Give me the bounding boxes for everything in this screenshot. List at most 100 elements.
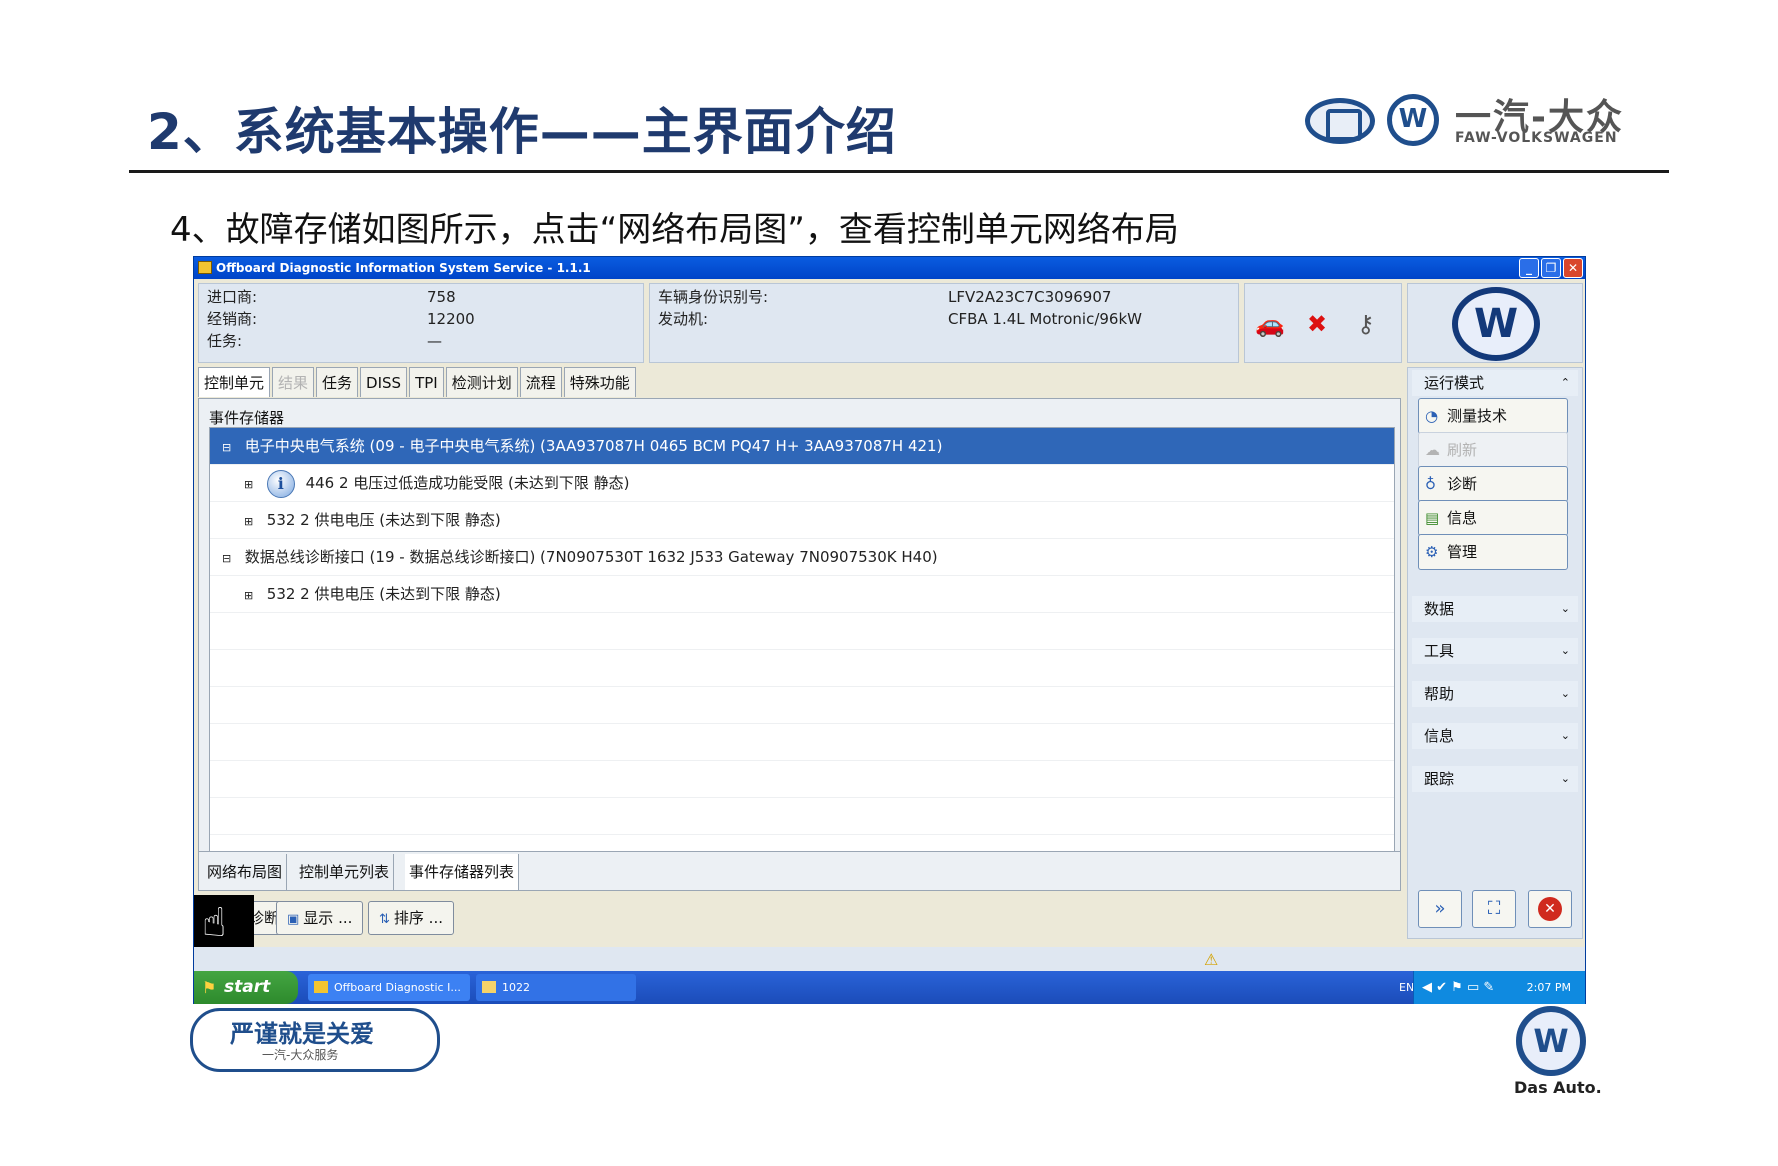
maximize-button[interactable]: ❐	[1541, 258, 1561, 278]
books-icon: ▤	[1425, 509, 1440, 527]
empty-row	[210, 687, 1394, 724]
section-label: 跟踪	[1424, 770, 1455, 788]
empty-row	[210, 650, 1394, 687]
chevron-down-icon: ⌄	[1560, 602, 1570, 615]
slogan-subtext: 一汽-大众服务	[262, 1048, 339, 1062]
event-memory-tree[interactable]: ⊟ 电子中央电气系统 (09 - 电子中央电气系统) (3AA937087H 0…	[209, 427, 1395, 860]
information-button[interactable]: ▤ 信息	[1418, 500, 1568, 536]
tab-diss[interactable]: DISS	[360, 367, 408, 397]
close-button[interactable]: ✕	[1563, 258, 1583, 278]
chevron-down-icon: ⌄	[1560, 729, 1570, 742]
tree-row-text: 532 2 供电电压 (未达到下限 静态)	[266, 511, 501, 529]
tree-row[interactable]: ⊞ 532 2 供电电压 (未达到下限 静态)	[210, 576, 1394, 613]
sidebar-section-data[interactable]: 数据 ⌄	[1412, 596, 1578, 622]
chevron-up-icon: ⌃	[1560, 376, 1570, 389]
tree-row[interactable]: ⊞ i 446 2 电压过低造成功能受限 (未达到下限 静态)	[210, 465, 1394, 502]
tree-row[interactable]: ⊞ 532 2 供电电压 (未达到下限 静态)	[210, 502, 1394, 539]
taskbar-item-folder[interactable]: 1022	[476, 974, 636, 1001]
tab-control-unit-list[interactable]: 控制单元列表	[295, 854, 395, 890]
collapse-icon[interactable]: ⊟	[222, 540, 232, 577]
tab-tpi[interactable]: TPI	[409, 367, 444, 397]
sidebar-section-trace[interactable]: 跟踪 ⌄	[1412, 766, 1578, 792]
expand-icon[interactable]: ⊞	[244, 503, 254, 540]
tab-test-plan[interactable]: 检测计划	[445, 367, 518, 397]
expand-icon[interactable]: ⊞	[244, 577, 254, 614]
diagnosis-button[interactable]: ♁ 诊断	[1418, 466, 1568, 502]
warning-icon[interactable]: ⚠	[1204, 950, 1218, 969]
gauge-icon: ◔	[1425, 407, 1439, 425]
measurement-label: 测量技术	[1447, 407, 1508, 425]
tab-results[interactable]: 结果	[272, 367, 315, 397]
importer-label: 进口商:	[207, 288, 258, 306]
info-icon: i	[266, 469, 295, 498]
das-auto-text: Das Auto.	[1514, 1078, 1602, 1097]
tab-network-layout[interactable]: 网络布局图	[203, 854, 288, 890]
tree-row-text: 数据总线诊断接口 (19 - 数据总线诊断接口) (7N0907530T 163…	[244, 548, 938, 566]
sidebar-mode-header[interactable]: 运行模式 ⌃	[1412, 370, 1578, 396]
title-divider	[129, 170, 1669, 173]
sort-label: 排序 ...	[393, 909, 443, 927]
tab-special-functions[interactable]: 特殊功能	[563, 367, 636, 397]
faw-logo	[1305, 98, 1375, 144]
event-memory-panel: 事件存储器 ⊟ 电子中央电气系统 (09 - 电子中央电气系统) (3AA937…	[198, 398, 1401, 878]
fullscreen-icon: ⛶	[1487, 898, 1501, 919]
collapse-icon[interactable]: ⊟	[222, 429, 232, 466]
vw-logo-icon: W	[1452, 287, 1540, 361]
sidebar: 运行模式 ⌃ ◔ 测量技术 ☁ 刷新 ♁ 诊断 ▤ 信息 ⚙ 管理 数据 ⌄ 工…	[1407, 367, 1583, 939]
sort-button[interactable]: ⇅ 排序 ...	[368, 901, 454, 935]
vin-row: 车辆身份识别号: LFV2A23C7C3096907	[658, 286, 1111, 308]
refresh-icon: ☁	[1425, 441, 1440, 459]
task-row: 任务: —	[207, 330, 442, 352]
chevron-down-icon: ⌄	[1560, 687, 1570, 700]
refresh-button[interactable]: ☁ 刷新	[1418, 432, 1568, 468]
clock[interactable]: 2:07 PM	[1527, 971, 1571, 1004]
vin-value: LFV2A23C7C3096907	[948, 288, 1112, 306]
vw-logo-panel: W	[1407, 283, 1583, 363]
tree-row[interactable]: ⊟ 数据总线诊断接口 (19 - 数据总线诊断接口) (7N0907530T 1…	[210, 539, 1394, 576]
slide-subtitle: 4、故障存储如图所示，点击“网络布局图”，查看控制单元网络布局	[170, 210, 1179, 250]
measurement-button[interactable]: ◔ 测量技术	[1418, 398, 1568, 434]
tab-tasks[interactable]: 任务	[316, 367, 359, 397]
brand-logo-area: W 一汽-大众 FAW-VOLKSWAGEN	[1305, 88, 1625, 154]
fullscreen-button[interactable]: ⛶	[1472, 890, 1516, 928]
car-icon: 🚗	[1255, 310, 1285, 338]
window-titlebar[interactable]: Offboard Diagnostic Information System S…	[194, 257, 1585, 279]
importer-value: 758	[427, 288, 456, 306]
tab-control-unit[interactable]: 控制单元	[198, 367, 271, 397]
window-title: Offboard Diagnostic Information System S…	[216, 261, 591, 275]
brand-name-en: FAW-VOLKSWAGEN	[1455, 130, 1618, 146]
tray-icons[interactable]: ◀ ✔ ⚑ ▭ ✎	[1422, 971, 1494, 1004]
empty-row	[210, 761, 1394, 798]
sidebar-section-tools[interactable]: 工具 ⌄	[1412, 638, 1578, 664]
empty-row	[210, 613, 1394, 650]
stethoscope-icon: ♁	[1425, 475, 1436, 493]
tab-procedure[interactable]: 流程	[519, 367, 562, 397]
taskbar-item-odis[interactable]: Offboard Diagnostic I...	[308, 974, 470, 1001]
view-tabs: 网络布局图 控制单元列表 事件存储器列表	[198, 851, 1401, 891]
dealer-info-panel: 进口商: 758 经销商: 12200 任务: —	[198, 283, 644, 363]
exit-button[interactable]: ✕	[1528, 890, 1572, 928]
start-button[interactable]: start	[194, 971, 298, 1004]
tab-event-memory-list[interactable]: 事件存储器列表	[405, 854, 520, 890]
expand-icon[interactable]: ⊞	[244, 466, 254, 503]
key-icon: ⚷	[1357, 310, 1375, 338]
gear-icon: ⚙	[1425, 543, 1439, 561]
display-button[interactable]: ▣ 显示 ...	[276, 901, 364, 935]
dealer-value: 12200	[427, 310, 475, 328]
engine-label: 发动机:	[658, 310, 709, 328]
windows-taskbar: start Offboard Diagnostic I... 1022 EN ◀…	[194, 971, 1585, 1004]
sidebar-section-help[interactable]: 帮助 ⌄	[1412, 681, 1578, 707]
tree-row-text: 532 2 供电电压 (未达到下限 静态)	[266, 585, 501, 603]
admin-button[interactable]: ⚙ 管理	[1418, 534, 1568, 570]
sidebar-section-info[interactable]: 信息 ⌄	[1412, 723, 1578, 749]
language-indicator[interactable]: EN	[1399, 971, 1414, 1004]
refresh-label: 刷新	[1447, 441, 1478, 459]
taskbar-item-label: 1022	[502, 981, 530, 994]
forward-button[interactable]: »	[1418, 890, 1462, 928]
minimize-button[interactable]: _	[1519, 258, 1539, 278]
tree-row[interactable]: ⊟ 电子中央电气系统 (09 - 电子中央电气系统) (3AA937087H 0…	[210, 428, 1394, 465]
slogan-text: 严谨就是关爱	[230, 1020, 374, 1048]
app-icon	[198, 261, 212, 274]
information-label: 信息	[1447, 509, 1478, 527]
section-label: 信息	[1424, 727, 1455, 745]
